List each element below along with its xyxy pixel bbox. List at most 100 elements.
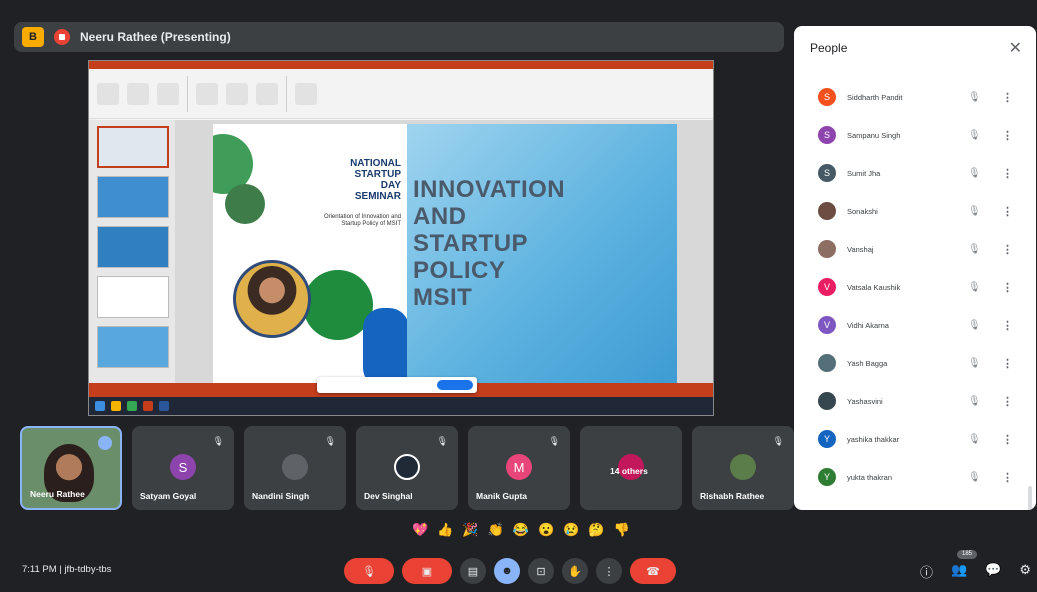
reaction-emoji[interactable]: 😮 [538, 522, 554, 538]
person-avatar: Y [818, 468, 836, 486]
leave-call-button[interactable]: ☎ [630, 558, 676, 584]
meet-app-badge[interactable]: B [22, 27, 44, 47]
stop-sharing-button[interactable] [437, 380, 473, 390]
more-vert-icon[interactable]: ⋮ [1002, 433, 1013, 446]
person-row[interactable]: S Sumit Jha 🎙 ⋮ [794, 154, 1036, 192]
present-button[interactable]: ⊡ [528, 558, 554, 584]
people-count-badge: 185 [957, 550, 977, 559]
participant-tile[interactable]: 🎙 Rishabh Rathee [692, 426, 794, 510]
mic-off-icon[interactable]: 🎙 [968, 282, 981, 293]
person-row[interactable]: Yyukta thakran 🎙 ⋮ [794, 458, 1036, 496]
slide-thumbnails [89, 120, 175, 383]
mic-off-icon[interactable]: 🎙 [968, 358, 981, 369]
slide-title-line: MSIT [413, 284, 473, 311]
mic-off-icon: 🎙 [362, 565, 376, 578]
people-list: S Siddharth Pandit 🎙 ⋮ S Sampanu Singh 🎙 ⋮ S Sumi… [794, 78, 1036, 496]
participant-tile[interactable]: 🎙 Nandini Singh [244, 426, 346, 510]
raise-hand-button[interactable]: ✋ [562, 558, 588, 584]
slide-thumbnail [97, 326, 169, 368]
reaction-emoji[interactable]: 👎 [614, 522, 630, 538]
reaction-emoji[interactable]: 😂 [513, 522, 529, 538]
reaction-emoji[interactable]: 💖 [412, 522, 428, 538]
slide-thumbnail [97, 176, 169, 218]
mic-off-icon[interactable]: 🎙 [968, 396, 981, 407]
more-vert-icon: ⋮ [603, 565, 615, 578]
more-vert-icon[interactable]: ⋮ [1002, 167, 1013, 180]
mic-off-icon[interactable]: 🎙 [968, 434, 981, 445]
chrome-icon [127, 401, 137, 411]
powerpoint-ribbon [89, 69, 713, 119]
mic-off-icon[interactable]: 🎙 [968, 130, 981, 141]
participant-tile[interactable]: 🎙 M Manik Gupta [468, 426, 570, 510]
person-row[interactable]: V Vatsala Kaushik 🎙 ⋮ [794, 268, 1036, 306]
more-vert-icon[interactable]: ⋮ [1002, 281, 1013, 294]
emoji-icon: ☻ [501, 565, 513, 577]
person-name: Sonakshi [847, 206, 878, 216]
mic-off-icon: 🎙 [436, 436, 448, 446]
reaction-emoji[interactable]: 🎉 [462, 522, 478, 538]
person-name: Vatsala Kaushik [847, 282, 901, 292]
windows-taskbar [89, 397, 713, 415]
end-call-icon: ☎ [646, 565, 660, 578]
person-avatar: Y [818, 430, 836, 448]
people-list-scrollbar[interactable] [1028, 486, 1032, 510]
person-row[interactable]: Yash Bagga 🎙 ⋮ [794, 344, 1036, 382]
chat-icon[interactable]: 💬 [985, 562, 1001, 581]
captions-button[interactable]: ▤ [460, 558, 486, 584]
reactions-button[interactable]: ☻ [494, 558, 520, 584]
reaction-emoji[interactable]: 👏 [488, 522, 504, 538]
presenting-bar: B Neeru Rathee (Presenting) [14, 22, 784, 52]
person-row[interactable]: Yashasvini 🎙 ⋮ [794, 382, 1036, 420]
participant-avatar: M [506, 454, 532, 480]
close-icon[interactable]: ✕ [1009, 38, 1022, 58]
activities-icon[interactable]: ⚙ [1019, 562, 1031, 581]
mic-off-icon[interactable]: 🎙 [968, 244, 981, 255]
more-vert-icon[interactable]: ⋮ [1002, 471, 1013, 484]
person-row[interactable]: S Sampanu Singh 🎙 ⋮ [794, 116, 1036, 154]
more-vert-icon[interactable]: ⋮ [1002, 205, 1013, 218]
people-panel: People ✕ S Siddharth Pandit 🎙 ⋮ S Sampanu Sin… [794, 26, 1036, 510]
reaction-bar: 💖 👍 🎉 👏 😂 😮 😢 🤔 👎 [412, 522, 630, 538]
reaction-emoji[interactable]: 🤔 [588, 522, 604, 538]
mic-off-icon[interactable]: 🎙 [968, 472, 981, 483]
reaction-emoji[interactable]: 😢 [563, 522, 579, 538]
more-vert-icon[interactable]: ⋮ [1002, 395, 1013, 408]
more-vert-icon[interactable]: ⋮ [1002, 357, 1013, 370]
participant-tile[interactable]: 🎙 S Satyam Goyal [132, 426, 234, 510]
call-controls: 🎙 ▣ ▤ ☻ ⊡ ✋ ⋮ ☎ [344, 558, 676, 584]
person-row[interactable]: V Vidhi Akarna 🎙 ⋮ [794, 306, 1036, 344]
people-icon[interactable]: 👥 [951, 562, 967, 581]
more-vert-icon[interactable]: ⋮ [1002, 319, 1013, 332]
participant-tile[interactable]: 🎙 Dev Singhal [356, 426, 458, 510]
powerpoint-title-bar [89, 61, 713, 69]
mic-off-icon[interactable]: 🎙 [968, 206, 981, 217]
mic-off-icon[interactable]: 🎙 [968, 320, 981, 331]
participant-avatar [730, 454, 756, 480]
person-row[interactable]: S Siddharth Pandit 🎙 ⋮ [794, 78, 1036, 116]
person-row[interactable]: Yyashika thakkar 🎙 ⋮ [794, 420, 1036, 458]
ribbon-layout-icon [157, 82, 179, 105]
mic-off-icon[interactable]: 🎙 [968, 168, 981, 179]
participant-tile-self[interactable]: Neeru Rathee [20, 426, 122, 510]
person-row[interactable]: Sonakshi 🎙 ⋮ [794, 192, 1036, 230]
mic-off-icon[interactable]: 🎙 [968, 92, 981, 103]
camera-button[interactable]: ▣ [402, 558, 452, 584]
more-vert-icon[interactable]: ⋮ [1002, 243, 1013, 256]
seminar-subtitle: Orientation of Innovation and Startup Po… [323, 214, 401, 227]
slide-thumbnail [97, 276, 169, 318]
person-avatar: S [818, 88, 836, 106]
mic-off-icon: 🎙 [212, 436, 224, 446]
more-vert-icon[interactable]: ⋮ [1002, 91, 1013, 104]
stop-presenting-icon[interactable] [54, 29, 70, 45]
microphone-button[interactable]: 🎙 [344, 558, 394, 584]
reaction-emoji[interactable]: 👍 [437, 522, 453, 538]
person-avatar: V [818, 278, 836, 296]
meeting-separator: | [59, 564, 62, 575]
info-icon[interactable]: ⓘ [920, 562, 933, 581]
others-tile[interactable]: 14 others [580, 426, 682, 510]
more-vert-icon[interactable]: ⋮ [1002, 129, 1013, 142]
person-row[interactable]: Vanshaj 🎙 ⋮ [794, 230, 1036, 268]
word-icon [159, 401, 169, 411]
participant-name: Satyam Goyal [140, 491, 197, 501]
more-options-button[interactable]: ⋮ [596, 558, 622, 584]
